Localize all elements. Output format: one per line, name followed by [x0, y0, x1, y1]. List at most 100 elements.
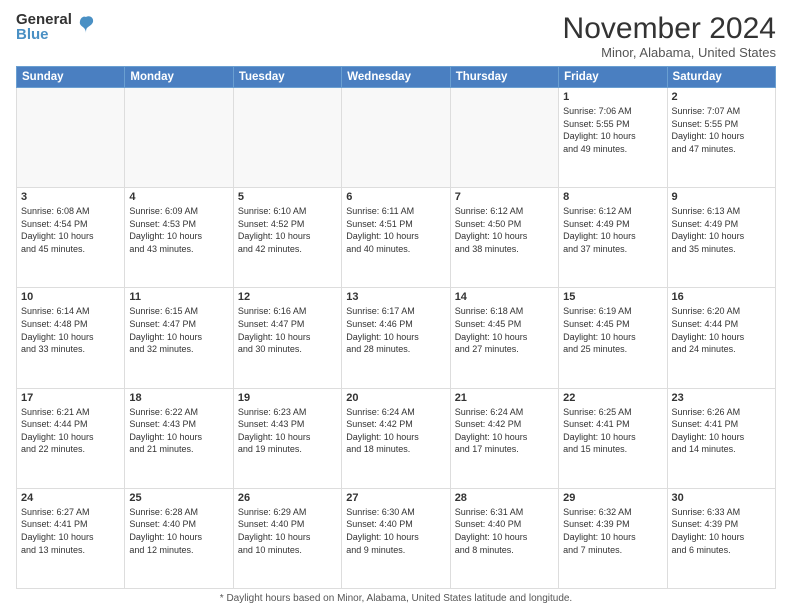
day-info: Sunrise: 7:06 AM Sunset: 5:55 PM Dayligh… [563, 105, 662, 155]
day-info: Sunrise: 6:12 AM Sunset: 4:50 PM Dayligh… [455, 205, 554, 255]
day-number: 25 [129, 492, 228, 504]
header: General Blue November 2024 Minor, Alabam… [16, 12, 776, 60]
day-info: Sunrise: 6:32 AM Sunset: 4:39 PM Dayligh… [563, 506, 662, 556]
day-info: Sunrise: 6:12 AM Sunset: 4:49 PM Dayligh… [563, 205, 662, 255]
calendar-day-cell: 18Sunrise: 6:22 AM Sunset: 4:43 PM Dayli… [125, 388, 233, 488]
day-number: 2 [672, 91, 771, 103]
day-number: 23 [672, 392, 771, 404]
day-info: Sunrise: 6:31 AM Sunset: 4:40 PM Dayligh… [455, 506, 554, 556]
calendar-day-cell: 20 Sunrise: 6:24 AM Sunset: 4:42 PM Dayli… [342, 388, 450, 488]
calendar-header-friday: Friday [559, 67, 667, 88]
calendar-day-cell: 1 Sunrise: 7:06 AM Sunset: 5:55 PM Daylig… [559, 88, 667, 188]
calendar-week-5: 24 Sunrise: 6:27 AM Sunset: 4:41 PM Dayli… [17, 488, 776, 588]
calendar-day-cell: 4Sunrise: 6:09 AM Sunset: 4:53 PM Daylig… [125, 188, 233, 288]
month-title: November 2024 [563, 12, 776, 45]
day-number: 9 [672, 191, 771, 203]
day-info: Sunrise: 6:24 AM Sunset: 4:42 PM Dayligh… [346, 406, 445, 456]
calendar-day-cell: 15 Sunrise: 6:19 AM Sunset: 4:45 PM Dayli… [559, 288, 667, 388]
day-info: Sunrise: 6:13 AM Sunset: 4:49 PM Dayligh… [672, 205, 771, 255]
calendar-day-cell: 29 Sunrise: 6:32 AM Sunset: 4:39 PM Dayli… [559, 488, 667, 588]
day-number: 21 [455, 392, 554, 404]
day-info: Sunrise: 6:27 AM Sunset: 4:41 PM Dayligh… [21, 506, 120, 556]
day-number: 1 [563, 91, 662, 103]
day-number: 22 [563, 392, 662, 404]
day-info: Sunrise: 6:11 AM Sunset: 4:51 PM Dayligh… [346, 205, 445, 255]
day-number: 17 [21, 392, 120, 404]
day-number: 20 [346, 392, 445, 404]
day-number: 24 [21, 492, 120, 504]
calendar-day-cell: 5Sunrise: 6:10 AM Sunset: 4:52 PM Daylig… [233, 188, 341, 288]
day-number: 18 [129, 392, 228, 404]
calendar-week-4: 17 Sunrise: 6:21 AM Sunset: 4:44 PM Dayli… [17, 388, 776, 488]
calendar-day-cell: 12 Sunrise: 6:16 AM Sunset: 4:47 PM Dayli… [233, 288, 341, 388]
day-number: 12 [238, 291, 337, 303]
day-info: Sunrise: 6:21 AM Sunset: 4:44 PM Dayligh… [21, 406, 120, 456]
calendar-day-cell: 11Sunrise: 6:15 AM Sunset: 4:47 PM Dayli… [125, 288, 233, 388]
day-number: 19 [238, 392, 337, 404]
calendar-header-wednesday: Wednesday [342, 67, 450, 88]
calendar-day-cell: 22 Sunrise: 6:25 AM Sunset: 4:41 PM Dayli… [559, 388, 667, 488]
calendar-day-cell: 17 Sunrise: 6:21 AM Sunset: 4:44 PM Dayli… [17, 388, 125, 488]
footer-note: * Daylight hours based on Minor, Alabama… [16, 593, 776, 604]
calendar-header-monday: Monday [125, 67, 233, 88]
calendar-week-2: 3Sunrise: 6:08 AM Sunset: 4:54 PM Daylig… [17, 188, 776, 288]
calendar-day-cell: 8 Sunrise: 6:12 AM Sunset: 4:49 PM Daylig… [559, 188, 667, 288]
day-number: 3 [21, 191, 120, 203]
day-info: Sunrise: 7:07 AM Sunset: 5:55 PM Dayligh… [672, 105, 771, 155]
calendar-day-cell: 9 Sunrise: 6:13 AM Sunset: 4:49 PM Daylig… [667, 188, 775, 288]
calendar-day-cell: 10Sunrise: 6:14 AM Sunset: 4:48 PM Dayli… [17, 288, 125, 388]
day-number: 13 [346, 291, 445, 303]
logo: General Blue [16, 12, 97, 42]
logo-bird-icon [75, 14, 97, 41]
location: Minor, Alabama, United States [563, 45, 776, 60]
day-number: 14 [455, 291, 554, 303]
day-number: 27 [346, 492, 445, 504]
day-info: Sunrise: 6:14 AM Sunset: 4:48 PM Dayligh… [21, 305, 120, 355]
day-number: 29 [563, 492, 662, 504]
calendar-header-saturday: Saturday [667, 67, 775, 88]
calendar-day-cell: 24 Sunrise: 6:27 AM Sunset: 4:41 PM Dayli… [17, 488, 125, 588]
footer-text: Daylight hours [226, 593, 290, 604]
calendar-day-cell [450, 88, 558, 188]
day-number: 26 [238, 492, 337, 504]
day-info: Sunrise: 6:29 AM Sunset: 4:40 PM Dayligh… [238, 506, 337, 556]
day-number: 11 [129, 291, 228, 303]
calendar-day-cell: 30Sunrise: 6:33 AM Sunset: 4:39 PM Dayli… [667, 488, 775, 588]
calendar-day-cell: 6Sunrise: 6:11 AM Sunset: 4:51 PM Daylig… [342, 188, 450, 288]
day-info: Sunrise: 6:17 AM Sunset: 4:46 PM Dayligh… [346, 305, 445, 355]
page: General Blue November 2024 Minor, Alabam… [0, 0, 792, 612]
calendar-day-cell: 2 Sunrise: 7:07 AM Sunset: 5:55 PM Daylig… [667, 88, 775, 188]
day-info: Sunrise: 6:24 AM Sunset: 4:42 PM Dayligh… [455, 406, 554, 456]
calendar-week-1: 1 Sunrise: 7:06 AM Sunset: 5:55 PM Daylig… [17, 88, 776, 188]
calendar-day-cell: 7 Sunrise: 6:12 AM Sunset: 4:50 PM Daylig… [450, 188, 558, 288]
calendar-header-sunday: Sunday [17, 67, 125, 88]
day-number: 28 [455, 492, 554, 504]
day-number: 30 [672, 492, 771, 504]
day-info: Sunrise: 6:19 AM Sunset: 4:45 PM Dayligh… [563, 305, 662, 355]
calendar-week-3: 10Sunrise: 6:14 AM Sunset: 4:48 PM Dayli… [17, 288, 776, 388]
day-info: Sunrise: 6:20 AM Sunset: 4:44 PM Dayligh… [672, 305, 771, 355]
calendar-day-cell: 28 Sunrise: 6:31 AM Sunset: 4:40 PM Dayli… [450, 488, 558, 588]
day-info: Sunrise: 6:25 AM Sunset: 4:41 PM Dayligh… [563, 406, 662, 456]
calendar: SundayMondayTuesdayWednesdayThursdayFrid… [16, 66, 776, 589]
day-number: 15 [563, 291, 662, 303]
calendar-day-cell [125, 88, 233, 188]
calendar-day-cell: 19Sunrise: 6:23 AM Sunset: 4:43 PM Dayli… [233, 388, 341, 488]
title-block: November 2024 Minor, Alabama, United Sta… [563, 12, 776, 60]
day-number: 4 [129, 191, 228, 203]
calendar-header-thursday: Thursday [450, 67, 558, 88]
day-info: Sunrise: 6:28 AM Sunset: 4:40 PM Dayligh… [129, 506, 228, 556]
calendar-day-cell: 16 Sunrise: 6:20 AM Sunset: 4:44 PM Dayli… [667, 288, 775, 388]
calendar-day-cell: 13 Sunrise: 6:17 AM Sunset: 4:46 PM Dayli… [342, 288, 450, 388]
day-number: 8 [563, 191, 662, 203]
day-number: 7 [455, 191, 554, 203]
day-number: 5 [238, 191, 337, 203]
calendar-day-cell: 27Sunrise: 6:30 AM Sunset: 4:40 PM Dayli… [342, 488, 450, 588]
day-number: 16 [672, 291, 771, 303]
calendar-header-tuesday: Tuesday [233, 67, 341, 88]
day-info: Sunrise: 6:16 AM Sunset: 4:47 PM Dayligh… [238, 305, 337, 355]
calendar-day-cell: 25 Sunrise: 6:28 AM Sunset: 4:40 PM Dayli… [125, 488, 233, 588]
logo-blue: Blue [16, 27, 72, 42]
calendar-day-cell: 21 Sunrise: 6:24 AM Sunset: 4:42 PM Dayli… [450, 388, 558, 488]
day-info: Sunrise: 6:26 AM Sunset: 4:41 PM Dayligh… [672, 406, 771, 456]
